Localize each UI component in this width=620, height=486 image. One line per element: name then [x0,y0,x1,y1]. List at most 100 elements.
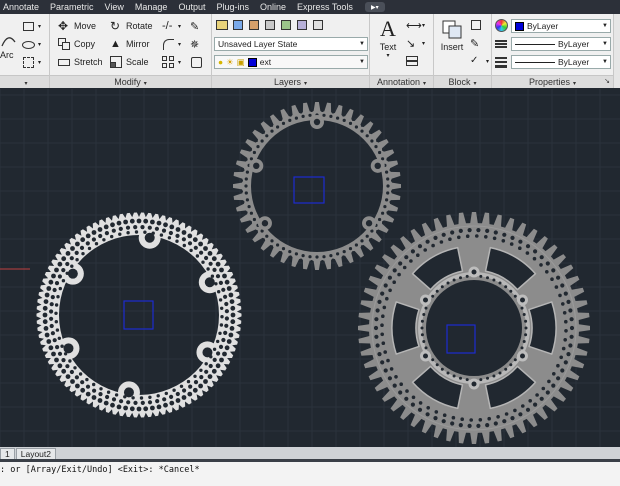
menu-express-tools[interactable]: Express Tools [294,2,361,12]
annotation-panel-title[interactable]: Annotation ▾ [370,75,433,88]
attribute-tool[interactable]: ✓ ▾ [470,53,489,69]
layer-freeze-icon[interactable] [248,19,261,32]
linetype-icon-tool[interactable] [495,35,511,51]
trim-tool[interactable]: -/- ▾ [162,18,181,34]
gear-hole [46,286,52,291]
current-layer-dropdown[interactable]: ● ☀ ▣ ext ▼ [214,55,368,69]
explode-tool[interactable]: ✵ [190,36,206,52]
modify-panel-title[interactable]: Modify ▾ [50,75,211,88]
gear-hole [391,179,394,182]
menu-parametric[interactable]: Parametric [47,2,102,12]
linetype-dropdown[interactable]: ByLayer ▼ [511,37,611,51]
gear-hole [156,404,162,410]
layout-tab-layout2[interactable]: Layout2 [15,448,56,459]
gear-hole [126,400,131,405]
gear-hole [247,205,251,209]
color-dropdown[interactable]: ByLayer ▼ [511,19,611,33]
color-swatch [515,21,524,31]
menu-plugins[interactable]: Plug-ins [213,2,257,12]
gear-hole [383,205,387,209]
block-panel-title[interactable]: Block ▾ [434,75,491,88]
lineweight-icon-tool[interactable] [495,53,511,69]
menu-view[interactable]: View [102,2,132,12]
hatch-icon [22,56,35,69]
gear-hole [385,198,389,202]
fillet-tool[interactable]: ▾ [162,36,181,52]
hatch-tool[interactable]: ▾ [22,54,41,70]
arc-icon[interactable] [0,30,16,48]
gear-hole [69,369,74,375]
gear-hole [386,158,390,161]
gear-hole [55,328,60,332]
color-wheel-icon [495,18,508,32]
properties-panel-title[interactable]: Properties ▾ ↘ [492,75,613,88]
menu-output[interactable]: Output [175,2,213,12]
gear-hole [342,118,346,122]
text-button[interactable]: A Text ▾ [374,16,402,60]
dimension-tool[interactable]: ⟷ ▾ [406,17,425,33]
gear-hole [201,260,205,264]
menu-online[interactable]: Online [257,2,294,12]
gear-hole [245,198,249,202]
create-block-tool[interactable] [470,17,486,33]
command-line[interactable]: : or [Array/Exit/Undo] <Exit>: *Cancel* [0,462,620,486]
gear-hole [446,281,450,285]
gear-hole [492,236,497,241]
gear-hole [85,384,91,389]
offset-tool[interactable] [190,54,206,70]
gear-hole [376,139,379,143]
layer-match-icon[interactable] [280,19,293,32]
layer-isolate-icon[interactable] [232,19,245,32]
gear-hole [404,255,409,260]
erase-tool[interactable]: ✎ [190,18,206,34]
layer-previous-icon[interactable] [296,19,309,32]
rotate-button[interactable]: ↻ Rotate [110,18,153,34]
video-icon[interactable]: ▶▾ [364,2,385,12]
layer-properties-icon[interactable] [216,19,229,32]
arc-button[interactable]: Arc [0,47,14,63]
gear-hole [68,359,72,363]
gear-hole [510,235,515,240]
drawing-canvas[interactable] [0,89,620,447]
gear-hole [492,374,496,378]
lineweight-dropdown[interactable]: ByLayer ▼ [511,55,611,69]
gear-hole [81,252,85,256]
insert-button[interactable]: Insert [436,16,468,60]
gear-hole [486,276,489,280]
gear-hole [518,412,523,417]
gear-hole [322,113,326,117]
gear-hole [260,139,264,143]
layers-panel-title[interactable]: Layers ▾ [212,75,369,88]
mirror-button[interactable]: ▲ Mirror [110,36,150,52]
gear-hole [55,345,60,350]
scale-button[interactable]: Scale [110,54,149,70]
draw-panel-title[interactable]: ▾ [0,75,49,88]
leader-tool[interactable]: ↘ ▾ [406,35,425,51]
gear-hole [485,228,490,233]
gear-hole [465,274,469,278]
edit-block-tool[interactable]: ✎ [470,35,486,51]
menu-manage[interactable]: Manage [132,2,176,12]
gear-hole [85,233,91,239]
stretch-button[interactable]: Stretch [58,54,103,70]
layer-lock-icon[interactable] [264,19,277,32]
rectangle-tool[interactable]: ▾ [22,18,41,34]
layer-state-dropdown[interactable]: Unsaved Layer State ▼ [214,37,368,51]
menu-annotate[interactable]: Annotate [0,2,47,12]
move-button[interactable]: ✥ Move [58,18,96,34]
gear-hole [518,239,523,244]
dialog-launcher-icon[interactable]: ↘ [604,76,610,88]
collapse-triangle-icon: ▾ [24,81,28,87]
gear-hole [57,261,63,267]
layer-walk-icon[interactable] [312,19,325,32]
table-tool[interactable] [406,53,422,69]
gear-hole [476,228,481,233]
gear-hole [539,263,543,267]
gear-hole [219,357,224,363]
array-tool[interactable]: ▾ [162,54,181,70]
match-properties-tool[interactable] [495,17,511,33]
layout-tab-layout1[interactable]: 1 [0,448,15,459]
gear-hole [230,319,236,325]
ellipse-tool[interactable]: ▾ [22,36,41,52]
copy-button[interactable]: Copy [58,36,95,52]
